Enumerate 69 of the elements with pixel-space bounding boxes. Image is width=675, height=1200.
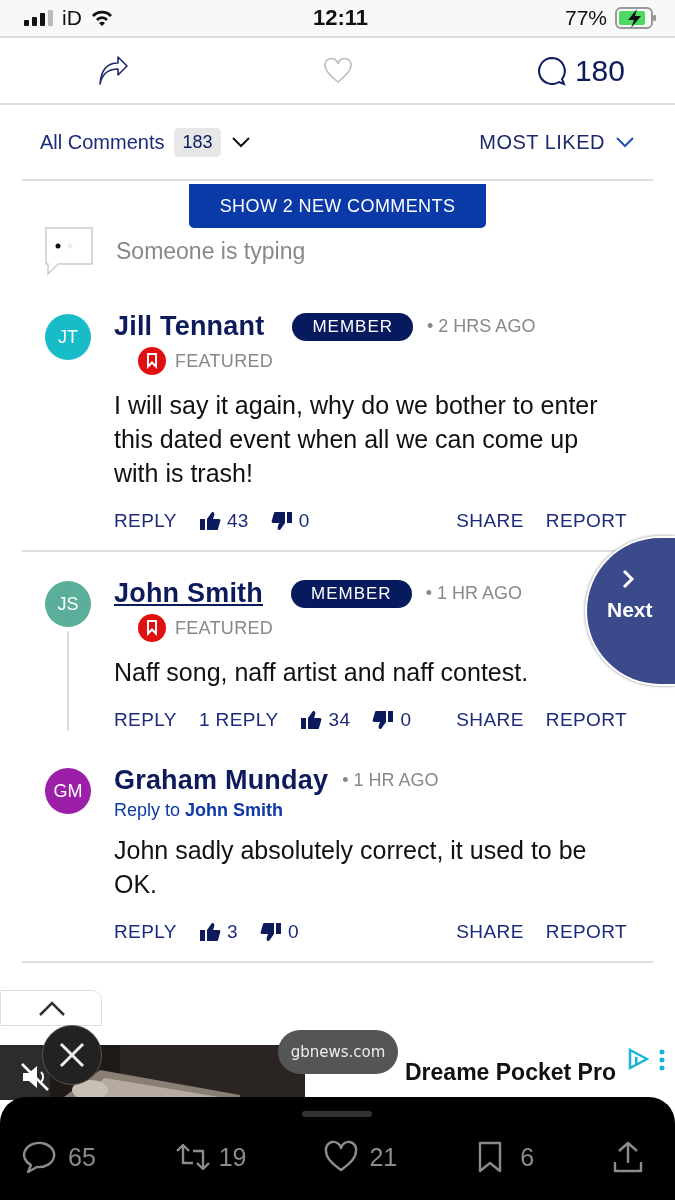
bookmark-icon	[137, 613, 167, 643]
share-link[interactable]: SHARE	[456, 510, 524, 532]
share-link[interactable]: SHARE	[456, 709, 524, 731]
featured-label: FEATURED	[175, 617, 274, 639]
battery-icon	[615, 7, 657, 29]
like-count: 21	[369, 1142, 398, 1172]
dislike-count: 0	[287, 921, 299, 943]
bookmark-icon	[137, 346, 167, 376]
chevron-down-icon[interactable]	[615, 136, 635, 148]
reply-link[interactable]: REPLY	[114, 709, 177, 731]
sort-dropdown[interactable]: MOST LIKED	[479, 130, 605, 154]
comment-text: John sadly absolutely correct, it used to be OK.	[114, 835, 588, 900]
reply-to-label: Reply to John Smith	[114, 800, 285, 821]
thumbs-up-icon[interactable]	[198, 922, 221, 942]
thumbs-down-icon[interactable]	[270, 511, 293, 531]
thumbs-down-icon[interactable]	[259, 922, 282, 942]
comment-text: Naff song, naff artist and naff contest.	[114, 657, 530, 688]
site-domain: gbnews.com	[278, 1030, 398, 1074]
like-count: 3	[226, 921, 238, 943]
typing-bubble-icon	[44, 226, 94, 276]
chevron-down-icon[interactable]	[230, 136, 251, 148]
battery-percentage: 77%	[564, 6, 607, 30]
author-link[interactable]: John Smith	[114, 578, 263, 609]
comment-time: • 1 HR AGO	[342, 770, 439, 791]
avatar: GM	[45, 768, 91, 814]
replies-link[interactable]: 1 REPLY	[198, 709, 279, 731]
ad-title: Dreame Pocket Pro	[405, 1059, 616, 1086]
author-name: Graham Munday	[114, 765, 329, 796]
member-badge: MEMBER	[291, 579, 412, 608]
report-link[interactable]: REPORT	[545, 709, 627, 731]
like-count: 34	[328, 709, 351, 731]
reply-link[interactable]: REPLY	[114, 510, 177, 532]
comment-time: • 1 HR AGO	[425, 583, 522, 604]
chevron-up-icon	[38, 1001, 66, 1017]
author-name: Jill Tennant	[114, 311, 265, 342]
carrier-name: iD	[62, 6, 82, 30]
comment-count: 180	[574, 53, 625, 88]
like-count: 43	[226, 510, 249, 532]
thumbs-up-icon[interactable]	[198, 511, 221, 531]
retweet-count: 19	[218, 1142, 247, 1172]
clock-time: 12:11	[312, 5, 369, 31]
report-link[interactable]: REPORT	[545, 510, 627, 532]
dislike-count: 0	[400, 709, 412, 731]
comment-text: I will say it again, why do we bother to enter this dated event when all we can come up with is trash!	[114, 390, 599, 489]
chevron-right-icon	[621, 568, 635, 590]
collapse-tab[interactable]	[0, 990, 102, 1026]
mute-icon[interactable]	[20, 1062, 50, 1092]
show-new-comments-button[interactable]: SHOW 2 NEW COMMENTS	[189, 184, 486, 228]
member-badge: MEMBER	[292, 312, 414, 341]
next-button[interactable]: Next	[585, 536, 675, 686]
comment-count-badge: 183	[174, 127, 221, 157]
featured-label: FEATURED	[175, 350, 274, 372]
signal-icon	[24, 10, 54, 26]
avatar: JT	[45, 314, 91, 360]
report-link[interactable]: REPORT	[545, 921, 627, 943]
share-link[interactable]: SHARE	[456, 921, 524, 943]
reply-link[interactable]: REPLY	[114, 921, 177, 943]
comment-time: • 2 HRS AGO	[427, 316, 536, 337]
close-icon	[59, 1042, 85, 1068]
bookmark-count: 6	[520, 1142, 535, 1172]
comments-label: All Comments	[40, 130, 165, 154]
comment-icon[interactable]	[536, 55, 567, 86]
share-icon[interactable]	[96, 55, 129, 86]
thumbs-up-icon[interactable]	[300, 710, 323, 730]
thumbs-down-icon[interactable]	[372, 710, 395, 730]
reply-count: 65	[68, 1142, 96, 1172]
dislike-count: 0	[298, 510, 310, 532]
typing-indicator: Someone is typing	[116, 237, 306, 265]
avatar: JS	[45, 581, 91, 627]
